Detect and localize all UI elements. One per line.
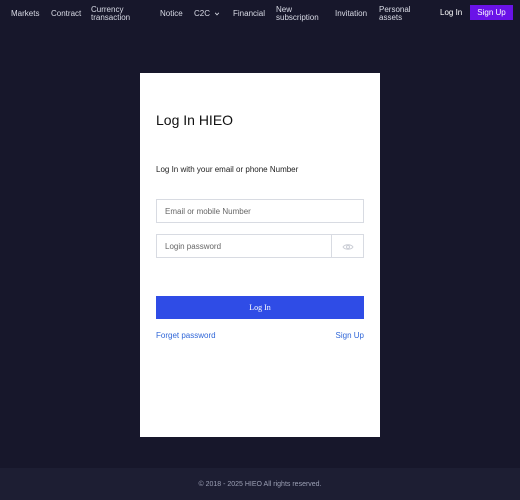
nav-financial[interactable]: Financial — [233, 10, 265, 18]
chevron-down-icon — [215, 12, 220, 16]
forget-password-link[interactable]: Forget password — [156, 331, 216, 340]
nav-markets[interactable]: Markets — [11, 10, 39, 18]
nav-personal-assets[interactable]: Personal assets — [379, 6, 419, 22]
signup-link[interactable]: Sign Up — [336, 331, 364, 340]
eye-icon — [342, 244, 354, 250]
nav-c2c-label: C2C — [194, 9, 211, 18]
copyright-text: © 2018 - 2025 HIEO All rights reserved. — [198, 481, 322, 488]
password-field[interactable]: Login password — [156, 234, 364, 258]
top-navigation: Markets Contract Currency transaction No… — [0, 0, 520, 28]
login-card: Log In HIEO Log In with your email or ph… — [140, 73, 380, 437]
email-placeholder: Email or mobile Number — [165, 207, 251, 216]
login-subtitle: Log In with your email or phone Number — [156, 165, 299, 174]
page-title: Log In HIEO — [156, 112, 234, 128]
nav-invitation[interactable]: Invitation — [335, 10, 367, 18]
nav-currency-transaction[interactable]: Currency transaction — [91, 6, 141, 22]
nav-notice[interactable]: Notice — [160, 10, 183, 18]
nav-new-subscription[interactable]: New subscription — [276, 6, 326, 22]
nav-c2c[interactable]: C2C — [194, 10, 220, 18]
nav-contract[interactable]: Contract — [51, 10, 81, 18]
email-field[interactable]: Email or mobile Number — [156, 199, 364, 223]
password-placeholder: Login password — [165, 242, 222, 251]
login-submit-button[interactable]: Log In — [156, 296, 364, 319]
login-link[interactable]: Log In — [440, 9, 462, 17]
footer: © 2018 - 2025 HIEO All rights reserved. — [0, 468, 520, 500]
signup-button[interactable]: Sign Up — [470, 5, 513, 20]
password-visibility-toggle[interactable] — [331, 235, 363, 257]
